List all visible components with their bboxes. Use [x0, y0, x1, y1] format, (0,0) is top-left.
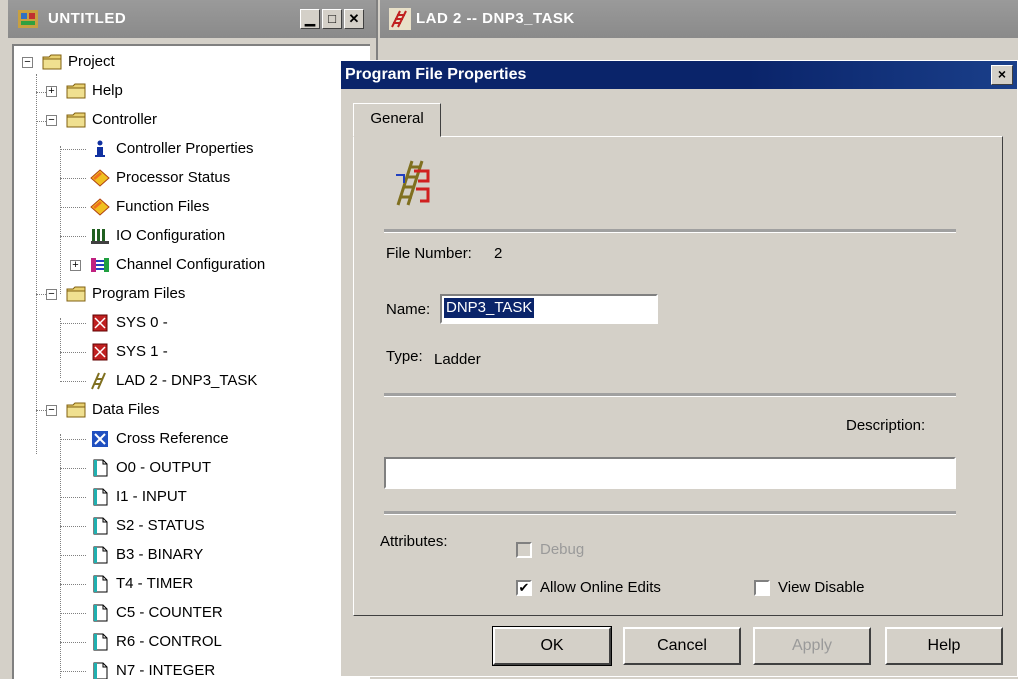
- data-file-icon: [90, 604, 110, 622]
- view-disable-checkbox[interactable]: [754, 580, 770, 596]
- debug-label: Debug: [540, 541, 585, 558]
- data-file-icon: [90, 488, 110, 506]
- ok-button-label: OK: [540, 637, 564, 654]
- minimize-button[interactable]: ▁: [300, 9, 320, 29]
- tree-item-label: T4 - TIMER: [116, 575, 194, 592]
- tree-item-label: N7 - INTEGER: [116, 662, 216, 679]
- tree-item-label: LAD 2 - DNP3_TASK: [116, 372, 258, 389]
- project-tree[interactable]: − Project + Help − Controller Controller Prope…: [12, 44, 370, 679]
- allow-online-edits-checkbox[interactable]: ✔: [516, 580, 532, 596]
- tree-item-label: C5 - COUNTER: [116, 604, 223, 621]
- tree-expander-controller[interactable]: −: [46, 115, 57, 126]
- diamond-icon: [90, 198, 110, 216]
- channel-icon: [90, 256, 110, 274]
- tree-expander-help[interactable]: +: [46, 86, 57, 97]
- minimize-icon: ▁: [305, 11, 315, 26]
- help-button-label: Help: [927, 637, 961, 654]
- ladder-icon: [90, 372, 110, 390]
- tree-item-label: Function Files: [116, 198, 210, 215]
- description-label: Description:: [846, 417, 926, 434]
- tree-item-label: Processor Status: [116, 169, 231, 186]
- ladder-window-titlebar[interactable]: LAD 2 -- DNP3_TASK: [380, 0, 1018, 38]
- tree-item-label: I1 - INPUT: [116, 488, 187, 505]
- data-file-icon: [90, 662, 110, 679]
- file-number-value: 2: [494, 245, 503, 262]
- tree-item-label: Controller: [92, 111, 158, 128]
- folder-icon: [66, 401, 86, 419]
- info-icon: [90, 140, 110, 158]
- tab-general-label: General: [370, 110, 424, 127]
- tree-item-label: Data Files: [92, 401, 160, 418]
- close-button[interactable]: ✕: [344, 9, 364, 29]
- data-file-icon: [90, 633, 110, 651]
- tree-item-label: Program Files: [92, 285, 186, 302]
- tree-item-label: B3 - BINARY: [116, 546, 204, 563]
- diamond-icon: [90, 169, 110, 187]
- folder-icon: [66, 82, 86, 100]
- tree-item-label: Project: [68, 53, 115, 70]
- data-file-icon: [90, 517, 110, 535]
- apply-button[interactable]: Apply: [753, 627, 871, 665]
- description-input[interactable]: [384, 457, 956, 489]
- ladder-window-title: LAD 2 -- DNP3_TASK: [416, 10, 575, 27]
- app-icon: [18, 10, 38, 28]
- data-file-icon: [90, 575, 110, 593]
- general-tab-panel: File Number: 2 Name: DNP3_TASK Type: Lad…: [353, 136, 1003, 616]
- dialog-title: Program File Properties: [345, 66, 527, 83]
- tree-item-label: O0 - OUTPUT: [116, 459, 212, 476]
- data-file-icon: [90, 459, 110, 477]
- tree-item-label: SYS 1 -: [116, 343, 168, 360]
- type-value: Ladder: [434, 351, 481, 368]
- tree-expander-channel-configuration[interactable]: +: [70, 260, 81, 271]
- tree-item-label: Cross Reference: [116, 430, 229, 447]
- name-input-value: DNP3_TASK: [444, 298, 535, 318]
- folder-icon: [42, 53, 62, 71]
- checkmark-icon: ✔: [518, 580, 530, 595]
- cancel-button[interactable]: Cancel: [623, 627, 741, 665]
- io-config-icon: [90, 227, 110, 245]
- folder-icon: [66, 111, 86, 129]
- cross-ref-icon: [90, 430, 110, 448]
- tree-item-label: SYS 0 -: [116, 314, 168, 331]
- tree-item-label: R6 - CONTROL: [116, 633, 222, 650]
- sys-file-icon: [90, 343, 110, 361]
- close-icon: ×: [997, 66, 1007, 82]
- tree-item-label: Channel Configuration: [116, 256, 266, 273]
- folder-icon: [66, 285, 86, 303]
- dialog-close-button[interactable]: ×: [991, 65, 1013, 85]
- close-icon: ✕: [348, 11, 360, 26]
- dialog-titlebar[interactable]: Program File Properties ×: [341, 61, 1017, 89]
- name-label: Name:: [386, 301, 431, 318]
- maximize-icon: □: [328, 11, 336, 26]
- tree-item-label: S2 - STATUS: [116, 517, 205, 534]
- type-label: Type:: [386, 348, 423, 365]
- ladder-window-body: [380, 38, 1018, 60]
- project-window: UNTITLED ▁ □ ✕ − Project + Help − Controller C…: [8, 0, 378, 679]
- ladder-file-icon: [396, 160, 430, 206]
- debug-checkbox[interactable]: [516, 542, 532, 558]
- sys-file-icon: [90, 314, 110, 332]
- ladder-icon: [389, 8, 411, 30]
- cancel-button-label: Cancel: [657, 637, 707, 654]
- help-button[interactable]: Help: [885, 627, 1003, 665]
- name-input[interactable]: DNP3_TASK: [440, 294, 658, 324]
- tab-general[interactable]: General: [353, 103, 441, 137]
- tree-item-label: Controller Properties: [116, 140, 254, 157]
- allow-online-edits-label: Allow Online Edits: [540, 579, 661, 596]
- program-file-properties-dialog: Program File Properties × General File N…: [340, 60, 1018, 677]
- project-window-title: UNTITLED: [48, 10, 127, 27]
- tree-expander-program-files[interactable]: −: [46, 289, 57, 300]
- attributes-label: Attributes:: [380, 533, 448, 550]
- data-file-icon: [90, 546, 110, 564]
- project-window-titlebar[interactable]: UNTITLED ▁ □ ✕: [8, 0, 376, 38]
- tree-item-label: Help: [92, 82, 123, 99]
- tree-item-label: IO Configuration: [116, 227, 226, 244]
- ok-button[interactable]: OK: [492, 626, 612, 666]
- view-disable-label: View Disable: [778, 579, 865, 596]
- maximize-button[interactable]: □: [322, 9, 342, 29]
- apply-button-label: Apply: [791, 637, 833, 654]
- file-number-label: File Number:: [386, 245, 472, 262]
- tree-expander-project[interactable]: −: [22, 57, 33, 68]
- tree-expander-data-files[interactable]: −: [46, 405, 57, 416]
